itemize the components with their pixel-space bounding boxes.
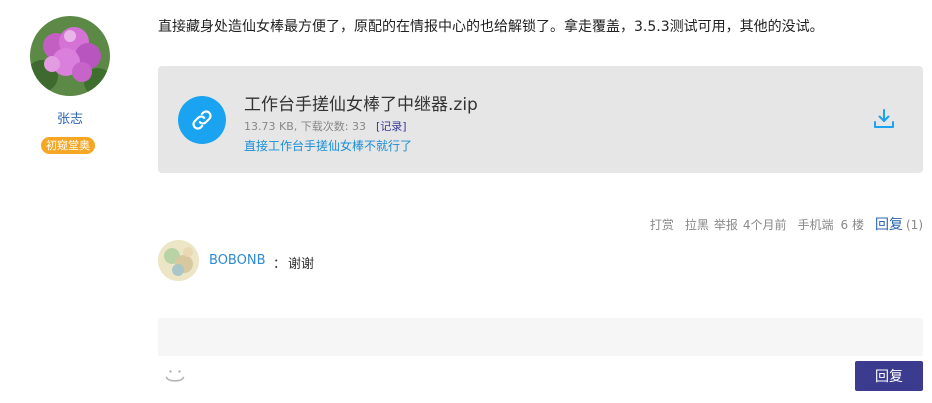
comment-colon: ： xyxy=(273,257,287,272)
attachment-filename[interactable]: 工作台手搓仙女棒了中继器.zip xyxy=(244,90,478,115)
attachment-record-link[interactable]: [记录] xyxy=(376,120,407,133)
post-meta-bar: 打赏 拉黑 举报 4个月前 手机端 6 楼 回复 (1) xyxy=(650,214,923,234)
level-badge: 初窥堂奥 xyxy=(41,137,95,154)
reply-input[interactable] xyxy=(158,318,923,356)
smiley-icon[interactable] xyxy=(164,364,186,386)
comment-username[interactable]: BOBONB xyxy=(209,253,266,268)
post-text: 直接藏身处造仙女棒最方便了，原配的在情报中心的也给解锁了。拿走覆盖，3.5.3测… xyxy=(158,19,824,35)
report-link[interactable]: 举报 xyxy=(714,216,738,233)
post-device: 手机端 xyxy=(797,218,834,232)
reply-link[interactable]: 回复 xyxy=(875,214,903,234)
floor-number: 6 楼 xyxy=(840,218,864,232)
author-avatar[interactable] xyxy=(30,16,110,96)
block-link[interactable]: 拉黑 xyxy=(685,216,709,233)
link-icon xyxy=(178,96,226,144)
tip-link[interactable]: 打赏 xyxy=(650,216,674,233)
download-icon[interactable] xyxy=(873,108,895,130)
attachment-card: 工作台手搓仙女棒了中继器.zip 13.73 KB, 下载次数: 33 [记录] … xyxy=(158,66,923,173)
attachment-meta: 13.73 KB, 下载次数: 33 [记录] xyxy=(244,118,407,134)
author-name[interactable]: 张志 xyxy=(0,108,140,127)
attachment-description: 直接工作台手搓仙女棒不就行了 xyxy=(244,139,413,153)
comment-avatar[interactable] xyxy=(158,240,199,281)
reply-count: (1) xyxy=(906,218,923,232)
post-time: 4个月前 xyxy=(742,218,787,232)
comment-text: 谢谢 xyxy=(288,257,315,272)
attachment-size-downloads: 13.73 KB, 下载次数: 33 xyxy=(244,120,366,133)
reply-submit-button[interactable]: 回复 xyxy=(855,361,923,391)
